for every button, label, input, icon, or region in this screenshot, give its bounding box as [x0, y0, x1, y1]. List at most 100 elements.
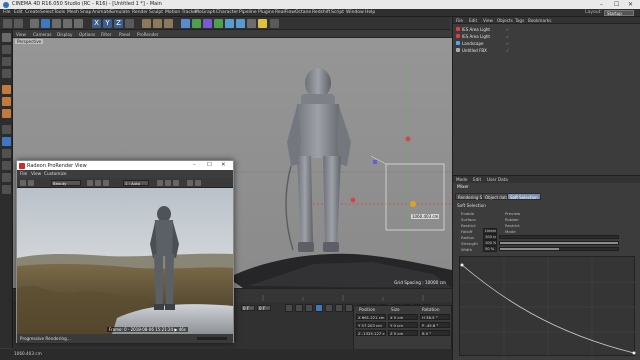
previous-key-icon[interactable]	[295, 304, 303, 312]
workplane-mode-icon[interactable]	[2, 69, 11, 78]
undo-icon[interactable]	[3, 19, 12, 28]
viewport-menu-options[interactable]: Options	[79, 32, 95, 37]
minimize-icon[interactable]: –	[600, 1, 603, 8]
menu-file[interactable]: File	[3, 10, 11, 15]
layout-select[interactable]: Startup	[604, 9, 634, 16]
zoom-fit-icon[interactable]	[87, 180, 93, 186]
menu-render[interactable]: Render	[132, 10, 148, 15]
menu-select[interactable]: Select	[40, 10, 54, 15]
radius-slider[interactable]	[499, 235, 619, 239]
rotate-tool-icon[interactable]	[63, 19, 72, 28]
points-mode-icon[interactable]	[2, 85, 11, 94]
strength-slider[interactable]	[499, 241, 619, 245]
radius-field[interactable]: 100 cm	[483, 234, 497, 240]
coordinate-system-icon[interactable]	[125, 19, 134, 28]
tab-soft-selection[interactable]: Soft Selection	[507, 193, 541, 200]
menu-realflow[interactable]: RealFlow	[275, 10, 295, 15]
model-mode-icon[interactable]	[2, 45, 11, 54]
falloff-curve-editor[interactable]	[459, 256, 636, 357]
plugin-icon[interactable]	[270, 19, 279, 28]
visibility-check-icon[interactable]: ✓	[506, 48, 509, 53]
next-key-icon[interactable]	[335, 304, 343, 312]
render-settings-icon[interactable]	[164, 19, 173, 28]
zoom-level-select[interactable]: 1 : Auto	[123, 180, 149, 186]
am-menu-mode[interactable]: Mode	[456, 177, 467, 182]
viewport-menu-display[interactable]: Display	[57, 32, 72, 37]
prorender-minimize-icon[interactable]: –	[193, 162, 196, 168]
recent-tools-icon[interactable]	[74, 19, 83, 28]
size-y-field[interactable]: Y 0 cm	[388, 322, 418, 328]
zoom-out-icon[interactable]	[103, 180, 109, 186]
om-menu-edit[interactable]: Edit	[469, 18, 477, 23]
menu-character[interactable]: Character	[216, 10, 238, 15]
om-menu-bookmarks[interactable]: Bookmarks	[528, 18, 551, 23]
subdivision-surface-icon[interactable]	[192, 19, 201, 28]
om-menu-view[interactable]: View	[483, 18, 493, 23]
environment-icon[interactable]	[236, 19, 245, 28]
am-menu-edit[interactable]: Edit	[473, 177, 481, 182]
go-to-start-icon[interactable]	[285, 304, 293, 312]
redo-icon[interactable]	[14, 19, 23, 28]
solo-mode-icon[interactable]	[2, 185, 11, 194]
menu-animate[interactable]: Animate	[92, 10, 111, 15]
region-render-icon[interactable]	[157, 180, 163, 186]
planar-workplane-icon[interactable]	[2, 173, 11, 182]
camera-icon[interactable]	[247, 19, 256, 28]
strength-field[interactable]: 100 %	[483, 240, 497, 246]
menu-pipeline[interactable]: Pipeline	[239, 10, 257, 15]
width-slider[interactable]	[499, 247, 619, 251]
render-picture-viewer-icon[interactable]	[153, 19, 162, 28]
property-row[interactable]: Width 50 %	[453, 246, 640, 252]
prorender-menu-customize[interactable]: Customize	[44, 172, 67, 177]
prorender-menu-file[interactable]: File	[20, 172, 27, 177]
menu-mesh[interactable]: Mesh	[67, 10, 79, 15]
position-x-field[interactable]: X 661.221 cm	[356, 314, 386, 320]
menu-window[interactable]: Window	[346, 10, 364, 15]
tweak-mode-icon[interactable]	[2, 137, 11, 146]
object-row[interactable]: IES Area Light ✓	[453, 33, 640, 39]
falloff-select[interactable]: Linear	[483, 228, 497, 234]
om-menu-objects[interactable]: Objects	[497, 18, 513, 23]
stop-render-icon[interactable]	[173, 180, 179, 186]
workplane-lock-icon[interactable]	[2, 161, 11, 170]
menu-snap[interactable]: Snap	[80, 10, 91, 15]
object-row[interactable]: IES Area Light ✓	[453, 26, 640, 32]
visibility-check-icon[interactable]: ✓	[506, 34, 509, 39]
viewport-menu-view[interactable]: View	[16, 32, 26, 37]
render-view-icon[interactable]	[142, 19, 151, 28]
menu-mograph[interactable]: MoGraph	[195, 10, 215, 15]
y-axis-lock-icon[interactable]: Y	[103, 19, 112, 28]
rotation-h-field[interactable]: H 38.5 °	[420, 314, 450, 320]
viewport-menu-panel[interactable]: Panel	[119, 32, 130, 37]
texture-mode-icon[interactable]	[2, 57, 11, 66]
position-y-field[interactable]: Y 57.203 cm	[356, 322, 386, 328]
prorender-menu-view[interactable]: View	[31, 172, 41, 177]
prorender-maximize-icon[interactable]: ☐	[207, 162, 212, 168]
lock-camera-icon[interactable]	[187, 180, 193, 186]
maximize-icon[interactable]: ☐	[614, 1, 619, 8]
viewport-menu-filter[interactable]: Filter	[101, 32, 111, 37]
render-pass-select[interactable]: Beauty	[51, 180, 81, 186]
position-z-field[interactable]: Z -1325.127 cm	[356, 330, 386, 336]
axis-mode-icon[interactable]	[2, 125, 11, 134]
copy-image-icon[interactable]	[28, 180, 34, 186]
go-to-end-icon[interactable]	[345, 304, 353, 312]
prorender-close-icon[interactable]: ✕	[221, 162, 226, 168]
live-selection-icon[interactable]	[30, 19, 39, 28]
light-icon[interactable]	[258, 19, 267, 28]
menu-script[interactable]: Script	[331, 10, 344, 15]
save-image-icon[interactable]	[20, 180, 26, 186]
visibility-check-icon[interactable]: ✓	[506, 27, 509, 32]
rotation-b-field[interactable]: B 0 °	[420, 330, 450, 336]
x-axis-lock-icon[interactable]: X	[92, 19, 101, 28]
viewport-menu-prorender[interactable]: ProRender	[137, 32, 159, 37]
menu-edit[interactable]: Edit	[14, 10, 23, 15]
z-axis-lock-icon[interactable]: Z	[114, 19, 123, 28]
move-tool-icon[interactable]	[41, 19, 50, 28]
previous-frame-icon[interactable]	[305, 304, 313, 312]
om-menu-tags[interactable]: Tags	[515, 18, 524, 23]
settings-icon[interactable]	[195, 180, 201, 186]
menu-plugins[interactable]: Plugins	[258, 10, 274, 15]
rotation-p-field[interactable]: P -45.6 °	[420, 322, 450, 328]
close-icon[interactable]: ✕	[628, 1, 633, 8]
